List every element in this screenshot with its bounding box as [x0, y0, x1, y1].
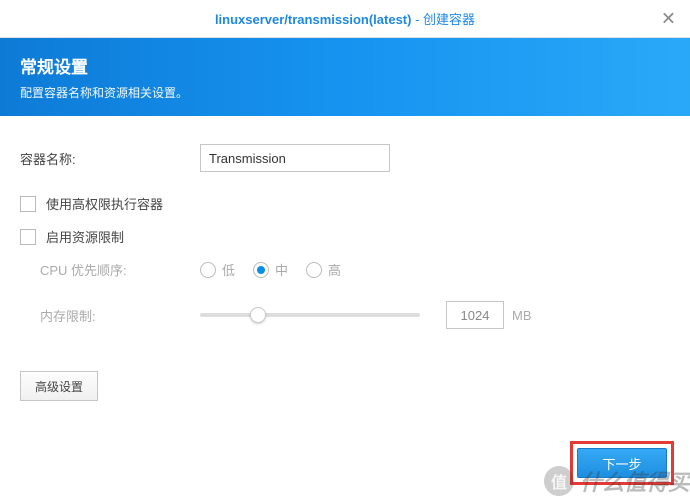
window-title: linuxserver/transmission(latest) - 创建容器: [215, 9, 475, 28]
cpu-low-label: 低: [222, 260, 235, 279]
high-priv-row: 使用高权限执行容器: [20, 194, 670, 213]
memory-slider[interactable]: [200, 313, 420, 317]
memory-limit-label: 内存限制:: [40, 306, 200, 325]
footer: 下一步: [570, 441, 674, 485]
container-name-label: 容器名称:: [20, 149, 200, 168]
resource-limit-checkbox[interactable]: [20, 229, 36, 245]
container-name-row: 容器名称:: [20, 144, 670, 172]
cpu-radio-high[interactable]: [306, 262, 322, 278]
memory-unit: MB: [512, 308, 532, 323]
cpu-radio-low-wrap: 低: [200, 260, 235, 279]
cpu-radio-medium-wrap: 中: [253, 260, 288, 279]
cpu-radio-high-wrap: 高: [306, 260, 341, 279]
cpu-priority-radios: 低 中 高: [200, 260, 341, 279]
advanced-settings-button[interactable]: 高级设置: [20, 371, 98, 401]
cpu-priority-label: CPU 优先顺序:: [40, 260, 200, 279]
next-button-highlight: 下一步: [570, 441, 674, 485]
memory-fields: MB: [200, 301, 532, 329]
resource-limit-row: 启用资源限制: [20, 227, 670, 246]
title-separator: -: [411, 12, 423, 27]
banner: 常规设置 配置容器名称和资源相关设置。: [0, 38, 690, 116]
cpu-radio-low[interactable]: [200, 262, 216, 278]
memory-limit-row: 内存限制: MB: [40, 301, 670, 329]
banner-subheading: 配置容器名称和资源相关设置。: [20, 84, 670, 101]
titlebar: linuxserver/transmission(latest) - 创建容器 …: [0, 0, 690, 38]
resource-limit-label: 启用资源限制: [46, 227, 124, 246]
title-action: 创建容器: [423, 12, 475, 27]
memory-slider-thumb[interactable]: [250, 307, 266, 323]
memory-input[interactable]: [446, 301, 504, 329]
content: 容器名称: 使用高权限执行容器 启用资源限制 CPU 优先顺序: 低 中 高: [0, 116, 690, 411]
container-name-input[interactable]: [200, 144, 390, 172]
cpu-medium-label: 中: [275, 260, 288, 279]
cpu-priority-row: CPU 优先顺序: 低 中 高: [40, 260, 670, 279]
image-name: linuxserver/transmission(latest): [215, 12, 412, 27]
cpu-high-label: 高: [328, 260, 341, 279]
close-icon[interactable]: ✕: [661, 8, 676, 29]
next-button[interactable]: 下一步: [577, 448, 667, 478]
banner-heading: 常规设置: [20, 53, 670, 78]
high-priv-checkbox[interactable]: [20, 196, 36, 212]
high-priv-label: 使用高权限执行容器: [46, 194, 163, 213]
cpu-radio-medium[interactable]: [253, 262, 269, 278]
